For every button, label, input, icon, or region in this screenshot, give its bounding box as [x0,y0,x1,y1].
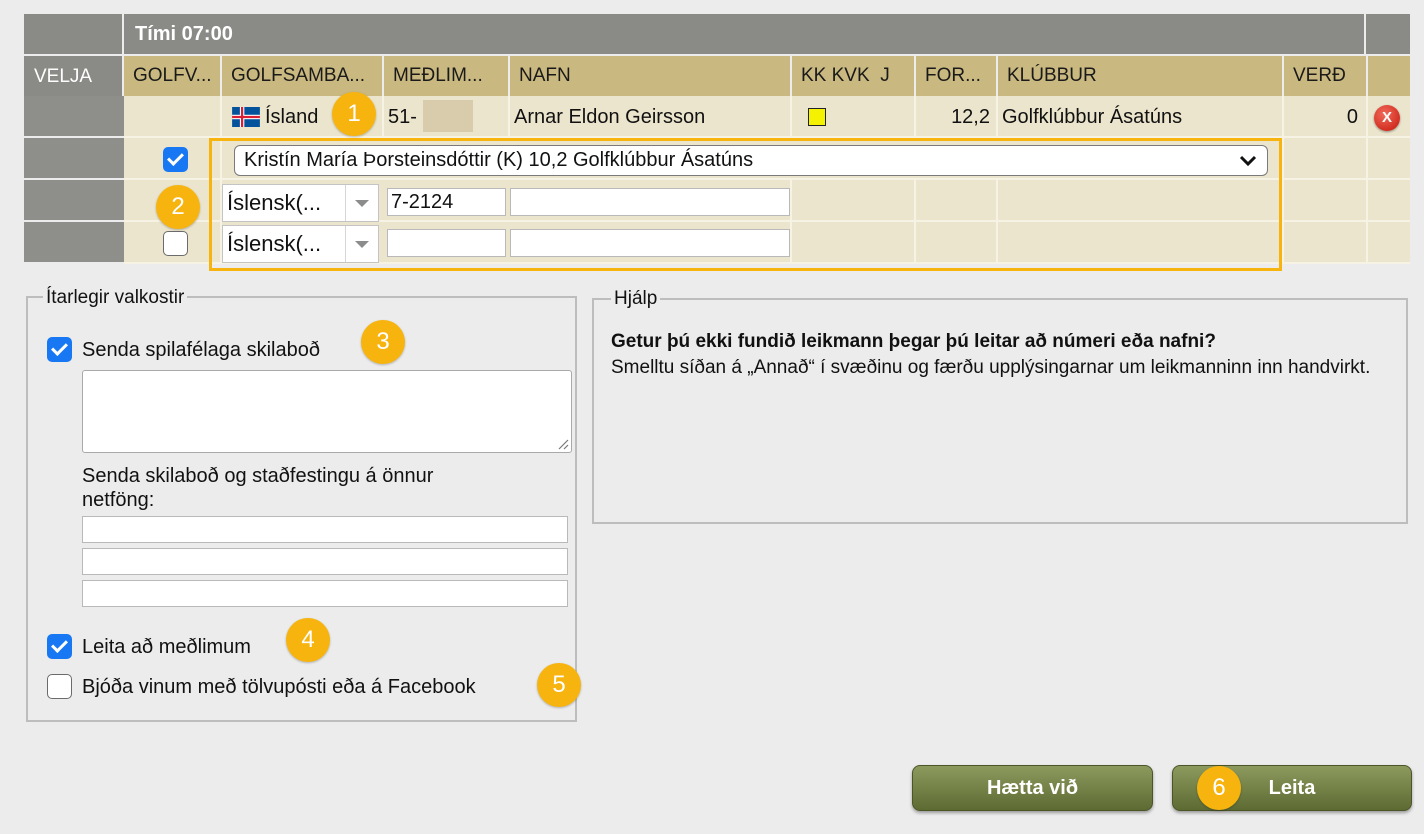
row2-checkbox[interactable] [163,147,188,172]
velja-row-2[interactable] [24,138,124,180]
header-klubbur[interactable]: KLÚBBUR [998,56,1284,96]
highlight-frame [209,138,1282,271]
invite-friends-label[interactable]: Bjóða vinum með tölvupósti eða á Faceboo… [82,675,476,699]
options-legend: Ítarlegir valkostir [43,287,188,309]
row1-club: Golfklúbbur Ásatúns [1002,106,1183,128]
invite-friends-checkbox[interactable] [47,674,72,699]
header-kk-kvk-j[interactable]: KK KVK J [792,56,916,96]
send-message-label[interactable]: Senda spilafélaga skilaboð [82,338,320,362]
row1-nafn: Arnar Eldon Geirsson [510,96,792,138]
search-members-checkbox[interactable] [47,634,72,659]
row4-checkbox[interactable] [163,231,188,256]
row1-golfv [124,96,222,138]
search-members-label[interactable]: Leita að meðlimum [82,635,251,659]
row1-handicap: 12,2 [951,106,990,128]
header-verd[interactable]: VERÐ [1284,56,1368,96]
step-badge-2: 2 [156,185,200,229]
row1-remove: X [1368,96,1410,138]
send-message-checkbox[interactable] [47,337,72,362]
time-label: Tími 07:00 [135,23,233,45]
header-blank [1368,56,1410,96]
header-forgjof[interactable]: FOR... [916,56,998,96]
row1-medlimur: 51- [384,96,510,138]
row1-verd: 0 [1284,96,1368,138]
help-legend: Hjálp [611,288,661,310]
header-velja: VELJA [24,54,124,96]
row1-name: Arnar Eldon Geirsson [514,106,706,128]
message-textarea[interactable] [82,370,572,453]
row1-klubbur: Golfklúbbur Ásatúns [998,96,1284,138]
time-bar: Tími 07:00 [124,14,1366,54]
email-input-2[interactable] [82,548,568,575]
gender-square-icon [808,108,826,126]
row1-forgjof: 12,2 [916,96,998,138]
step-badge-6: 6 [1197,766,1241,810]
row2-end [1368,138,1410,180]
row3-e [1284,180,1368,222]
step-badge-4: 4 [286,618,330,662]
header-nafn[interactable]: NAFN [510,56,792,96]
time-bar-end [1366,14,1410,54]
velja-row-1[interactable] [24,96,124,138]
email-input-1[interactable] [82,516,568,543]
resize-handle-icon [558,439,569,450]
row1-gender [792,96,916,138]
row1-member-no: 51- [388,106,417,128]
email-input-3[interactable] [82,580,568,607]
velja-row-4[interactable] [24,222,124,264]
redacted-block [423,100,473,132]
row1-price: 0 [1346,106,1358,128]
remove-player-icon[interactable]: X [1374,105,1400,131]
help-title: Getur þú ekki fundið leikmann þegar þú l… [611,331,1216,352]
step-badge-3: 3 [361,320,405,364]
header-medlimur[interactable]: MEÐLIM... [384,56,510,96]
row2-verd [1284,138,1368,180]
other-emails-label: Senda skilaboð og staðfestingu á önnur n… [82,465,434,511]
header-golfv[interactable]: GOLFV... [124,56,222,96]
iceland-flag-icon [232,107,260,127]
velja-row-3[interactable] [24,180,124,222]
row4-e [1284,222,1368,264]
step-badge-5: 5 [537,663,581,707]
cancel-button[interactable]: Hætta við [912,765,1153,811]
row4-f [1368,222,1410,264]
row3-f [1368,180,1410,222]
row1-country: Ísland [265,106,319,128]
header-golfsamband[interactable]: GOLFSAMBA... [222,56,384,96]
help-text: Smelltu síðan á „Annað“ í svæðinu og fær… [611,357,1371,378]
velja-header-top [24,14,124,54]
step-badge-1: 1 [332,92,376,136]
